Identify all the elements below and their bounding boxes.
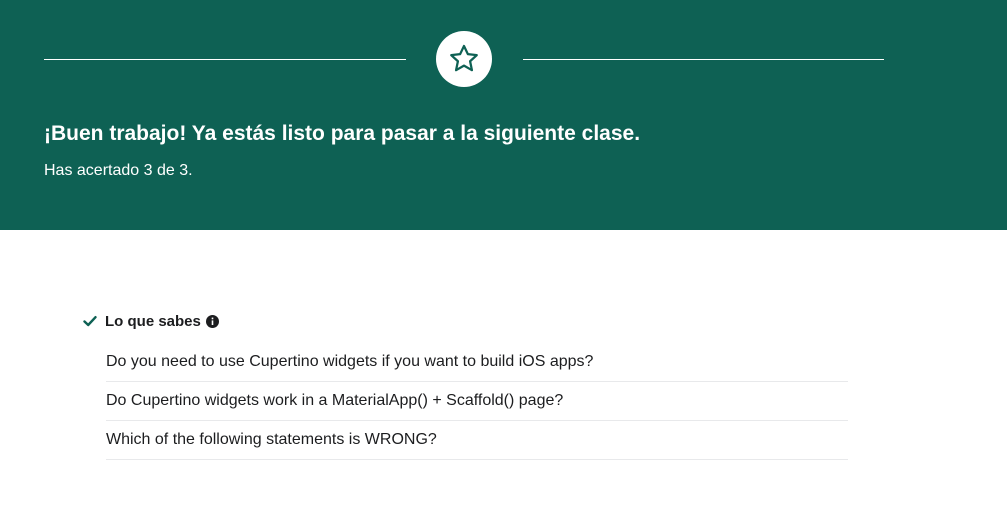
question-list: Do you need to use Cupertino widgets if …	[106, 343, 848, 460]
score-text: Has acertado 3 de 3.	[44, 162, 193, 179]
question-item[interactable]: Do you need to use Cupertino widgets if …	[106, 343, 848, 382]
result-headline: ¡Buen trabajo! Ya estás listo para pasar…	[44, 122, 641, 145]
info-icon[interactable]	[205, 314, 219, 328]
section-title: Lo que sabes	[105, 312, 201, 330]
question-item[interactable]: Do Cupertino widgets work in a MaterialA…	[106, 382, 848, 421]
knowledge-section: Lo que sabes Do you need to use Cupertin…	[83, 309, 848, 460]
divider-left	[44, 59, 406, 60]
question-item[interactable]: Which of the following statements is WRO…	[106, 421, 848, 460]
check-icon	[83, 314, 97, 328]
result-banner: ¡Buen trabajo! Ya estás listo para pasar…	[0, 0, 1007, 230]
star-badge	[436, 31, 492, 87]
star-icon	[450, 44, 478, 72]
divider-right	[523, 59, 884, 60]
section-header: Lo que sabes	[83, 309, 848, 333]
